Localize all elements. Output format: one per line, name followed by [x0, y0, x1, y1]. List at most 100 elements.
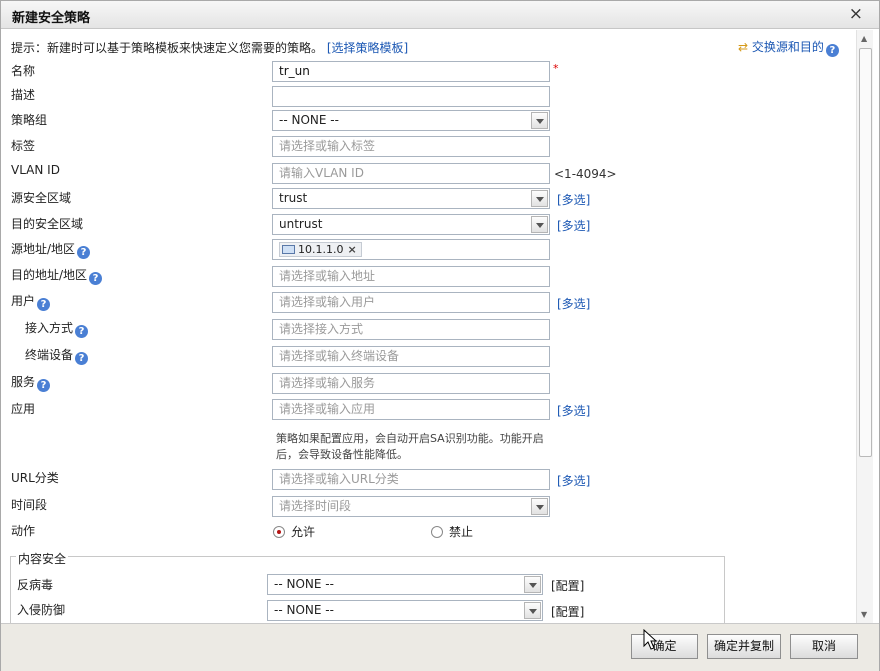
help-icon[interactable]: ?	[89, 272, 103, 285]
hint-row: 提示：新建时可以基于策略模板来快速定义您需要的策略。 [选择策略模板]	[11, 39, 408, 56]
user-label-text: 用户	[11, 294, 36, 308]
cancel-button[interactable]: 取消	[790, 634, 858, 659]
chevron-down-icon[interactable]	[524, 602, 541, 619]
action-allow-radio[interactable]: 允许	[273, 523, 315, 540]
tag-input[interactable]: 请选择或输入标签	[272, 136, 550, 157]
url-category-label: URL分类	[11, 471, 59, 485]
required-mark: *	[553, 62, 559, 75]
terminal-label: 终端设备?	[25, 346, 89, 365]
user-label: 用户?	[11, 292, 51, 311]
radio-unselected-icon	[431, 526, 443, 538]
antivirus-value: -- NONE --	[274, 577, 334, 591]
access-mode-input[interactable]: 请选择接入方式	[272, 319, 550, 340]
scroll-down-icon[interactable]: ▼	[861, 610, 867, 619]
src-addr-input[interactable]: 10.1.1.0 ×	[272, 239, 550, 260]
antivirus-select[interactable]: -- NONE --	[267, 574, 543, 595]
dst-zone-value: untrust	[279, 217, 323, 231]
url-category-multi-link[interactable]: [多选]	[557, 472, 590, 489]
scrollbar-thumb[interactable]	[859, 48, 872, 457]
radio-selected-icon	[273, 526, 285, 538]
description-input[interactable]	[272, 86, 550, 107]
dialog-footer: 确定 确定并复制 取消	[1, 623, 879, 671]
ok-button[interactable]: 确定	[631, 634, 698, 659]
swap-src-dst-link[interactable]: ⇄ 交换源和目的?	[738, 38, 839, 57]
ips-value: -- NONE --	[274, 603, 334, 617]
select-template-link[interactable]: [选择策略模板]	[327, 41, 408, 55]
terminal-input[interactable]: 请选择或输入终端设备	[272, 346, 550, 367]
application-label: 应用	[11, 402, 36, 416]
policy-group-label: 策略组	[11, 113, 48, 127]
url-category-input[interactable]: 请选择或输入URL分类	[272, 469, 550, 490]
user-multi-link[interactable]: [多选]	[557, 295, 590, 312]
policy-group-select[interactable]: -- NONE --	[272, 110, 550, 131]
address-tag-value: 10.1.1.0	[298, 243, 344, 256]
help-icon[interactable]: ?	[75, 352, 89, 365]
terminal-label-text: 终端设备	[25, 348, 74, 362]
name-label: 名称	[11, 64, 36, 78]
chevron-down-icon[interactable]	[524, 576, 541, 593]
vertical-scrollbar[interactable]: ▲ ▼	[856, 30, 873, 623]
vlan-range-hint: <1-4094>	[554, 167, 617, 181]
application-note: 策略如果配置应用，会自动开启SA识别功能。功能开启后，会导致设备性能降低。	[276, 432, 544, 461]
chevron-down-icon[interactable]	[531, 216, 548, 233]
address-tag: 10.1.1.0 ×	[279, 242, 362, 257]
ips-config-link[interactable]: [配置]	[551, 603, 584, 620]
antivirus-label: 反病毒	[17, 578, 54, 592]
help-icon[interactable]: ?	[825, 44, 839, 57]
swap-icon: ⇄	[738, 40, 749, 54]
time-range-label: 时间段	[11, 498, 48, 512]
dst-addr-input[interactable]: 请选择或输入地址	[272, 266, 550, 287]
vlan-id-input[interactable]: 请输入VLAN ID	[272, 163, 550, 184]
ips-label: 入侵防御	[17, 603, 66, 617]
new-security-policy-dialog: 新建安全策略 × 提示：新建时可以基于策略模板来快速定义您需要的策略。 [选择策…	[0, 0, 880, 671]
dialog-title: 新建安全策略	[12, 11, 91, 26]
service-label-text: 服务	[11, 375, 36, 389]
user-input[interactable]: 请选择或输入用户	[272, 292, 550, 313]
description-label: 描述	[11, 88, 36, 102]
access-mode-label: 接入方式?	[25, 319, 89, 338]
dst-zone-select[interactable]: untrust	[272, 214, 550, 235]
scroll-up-icon[interactable]: ▲	[861, 34, 867, 43]
monitor-icon	[282, 245, 295, 254]
dst-addr-label: 目的地址/地区?	[11, 266, 103, 285]
content-security-legend: 内容安全	[16, 550, 69, 567]
time-range-placeholder: 请选择时间段	[279, 499, 352, 513]
help-icon[interactable]: ?	[77, 246, 91, 259]
help-icon[interactable]: ?	[75, 325, 89, 338]
policy-group-value: -- NONE --	[279, 113, 339, 127]
chevron-down-icon[interactable]	[531, 190, 548, 207]
action-label: 动作	[11, 524, 36, 538]
vlan-id-label: VLAN ID	[11, 163, 60, 177]
dst-zone-label: 目的安全区域	[11, 217, 84, 231]
chevron-down-icon[interactable]	[531, 112, 548, 129]
action-deny-label: 禁止	[449, 525, 474, 539]
time-range-select[interactable]: 请选择时间段	[272, 496, 550, 517]
access-mode-label-text: 接入方式	[25, 321, 74, 335]
service-input[interactable]: 请选择或输入服务	[272, 373, 550, 394]
dst-zone-multi-link[interactable]: [多选]	[557, 217, 590, 234]
antivirus-config-link[interactable]: [配置]	[551, 577, 584, 594]
help-icon[interactable]: ?	[37, 379, 51, 392]
src-addr-label: 源地址/地区?	[11, 240, 91, 259]
service-label: 服务?	[11, 373, 51, 392]
ips-select[interactable]: -- NONE --	[267, 600, 543, 621]
application-multi-link[interactable]: [多选]	[557, 402, 590, 419]
ok-and-copy-button[interactable]: 确定并复制	[707, 634, 781, 659]
src-zone-value: trust	[279, 191, 308, 205]
mouse-pointer-icon	[643, 629, 658, 650]
hint-text: 提示：新建时可以基于策略模板来快速定义您需要的策略。	[11, 41, 324, 55]
remove-tag-icon[interactable]: ×	[347, 243, 356, 256]
close-icon[interactable]: ×	[849, 5, 863, 23]
action-allow-label: 允许	[291, 525, 316, 539]
src-zone-select[interactable]: trust	[272, 188, 550, 209]
dialog-titlebar: 新建安全策略 ×	[1, 1, 879, 29]
src-zone-multi-link[interactable]: [多选]	[557, 191, 590, 208]
name-input[interactable]: tr_un	[272, 61, 550, 82]
application-input[interactable]: 请选择或输入应用	[272, 399, 550, 420]
dst-addr-label-text: 目的地址/地区	[11, 268, 88, 282]
src-zone-label: 源安全区域	[11, 191, 72, 205]
help-icon[interactable]: ?	[37, 298, 51, 311]
action-deny-radio[interactable]: 禁止	[431, 523, 473, 540]
dialog-content: 提示：新建时可以基于策略模板来快速定义您需要的策略。 [选择策略模板] ⇄ 交换…	[1, 30, 857, 623]
chevron-down-icon[interactable]	[531, 498, 548, 515]
